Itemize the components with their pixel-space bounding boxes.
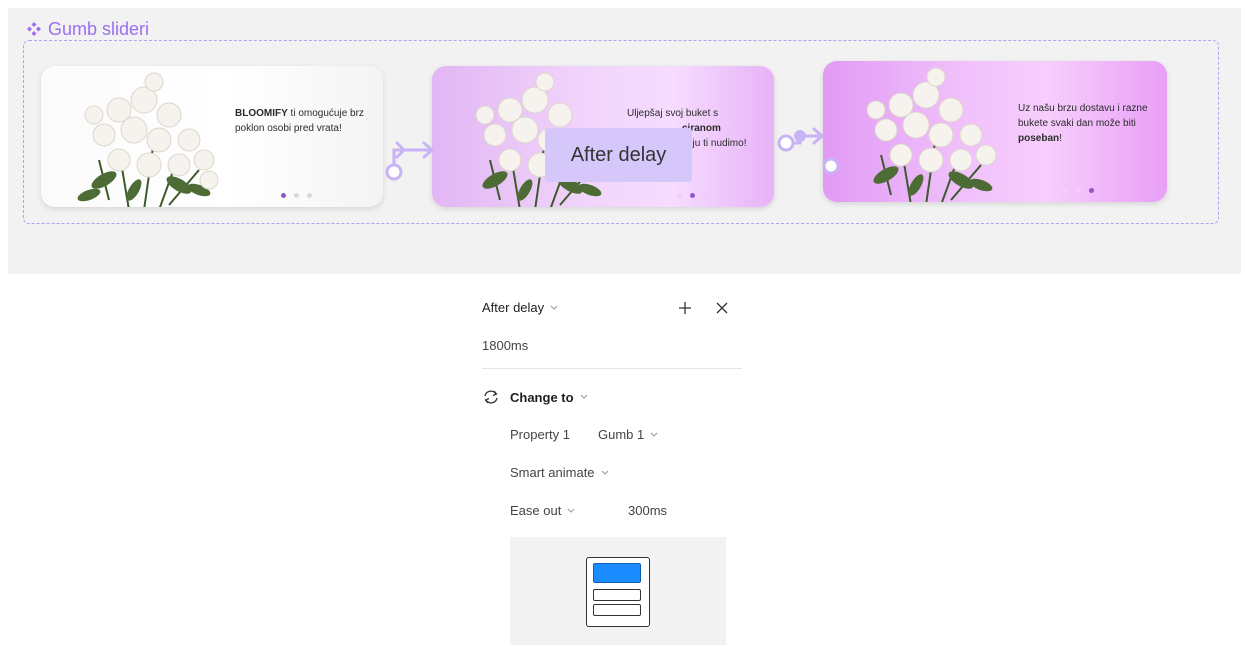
component-set-title[interactable]: Gumb slideri (26, 18, 149, 40)
trigger-label: After delay (482, 300, 545, 315)
easing-label: Ease out (510, 503, 562, 518)
roses-image (866, 67, 997, 202)
pagination-dot-3[interactable] (307, 193, 312, 198)
pagination-dot-2[interactable] (1076, 188, 1081, 193)
action-label: Change to (510, 389, 574, 405)
pagination-dot-2[interactable] (294, 193, 299, 198)
pagination-dot-1[interactable] (1063, 188, 1068, 193)
property-value: Gumb 1 (598, 427, 645, 442)
preview-frame (586, 557, 650, 627)
slide-text: Uz našu brzu dostavu i razne bukete svak… (1018, 101, 1153, 146)
pagination-dot-2[interactable] (690, 193, 695, 198)
slider-variant-3[interactable]: Uz našu brzu dostavu i razne bukete svak… (823, 61, 1167, 202)
chevron-down-icon (650, 432, 658, 437)
slide-text-bold: poseban (1018, 133, 1060, 144)
slide-text-body: Uz našu brzu dostavu i razne bukete svak… (1018, 103, 1148, 129)
duration-value: 300ms (628, 503, 668, 518)
preview-block (593, 604, 641, 616)
animation-dropdown[interactable]: Smart animate (510, 465, 609, 480)
pagination-dot-1[interactable] (677, 193, 682, 198)
property-label: Property 1 (510, 427, 570, 442)
pagination-dots (677, 193, 708, 198)
chevron-down-icon (567, 508, 575, 513)
chevron-down-icon (580, 394, 587, 399)
pagination-dots (281, 193, 312, 198)
action-dropdown[interactable]: Change to (482, 389, 588, 405)
slide-text-line-1: Uljepšaj svoj buket s (627, 108, 719, 119)
delay-value: 1800ms (482, 338, 529, 353)
component-set-name: Gumb slideri (48, 18, 150, 39)
close-icon (716, 302, 728, 314)
preview-block (593, 589, 641, 601)
roses-image (77, 72, 219, 207)
chevron-down-icon (601, 470, 608, 475)
close-button[interactable] (712, 298, 732, 318)
swap-icon (484, 390, 498, 404)
property-row: Property 1 (510, 427, 570, 442)
chevron-down-icon (550, 305, 558, 310)
animation-label: Smart animate (510, 465, 595, 480)
pagination-dot-1[interactable] (281, 193, 286, 198)
pagination-dots (1063, 188, 1094, 193)
plus-icon (679, 302, 691, 314)
pagination-dot-3[interactable] (1089, 188, 1094, 193)
connector-trigger-label[interactable]: After delay (545, 128, 692, 182)
slide-text-end: ! (1059, 133, 1062, 144)
component-set-icon (27, 22, 41, 36)
property-dropdown[interactable]: Gumb 1 (598, 427, 658, 442)
easing-dropdown[interactable]: Ease out (510, 503, 575, 518)
divider (482, 368, 742, 369)
animation-preview (510, 537, 726, 645)
add-action-button[interactable] (675, 298, 695, 318)
duration-input[interactable]: 300ms (628, 503, 667, 518)
slider-variant-1[interactable]: BLOOMIFY ti omogućuje brz poklon osobi p… (41, 66, 383, 207)
interaction-panel: After delay 1800ms Change to Property 1 … (470, 282, 750, 646)
delay-input[interactable]: 1800ms (482, 338, 528, 353)
pagination-dot-3[interactable] (703, 193, 708, 198)
slide-text: BLOOMIFY ti omogućuje brz poklon osobi p… (235, 106, 375, 136)
brand-name: BLOOMIFY (235, 108, 288, 119)
trigger-dropdown[interactable]: After delay (482, 300, 558, 315)
preview-block-active (593, 563, 641, 583)
